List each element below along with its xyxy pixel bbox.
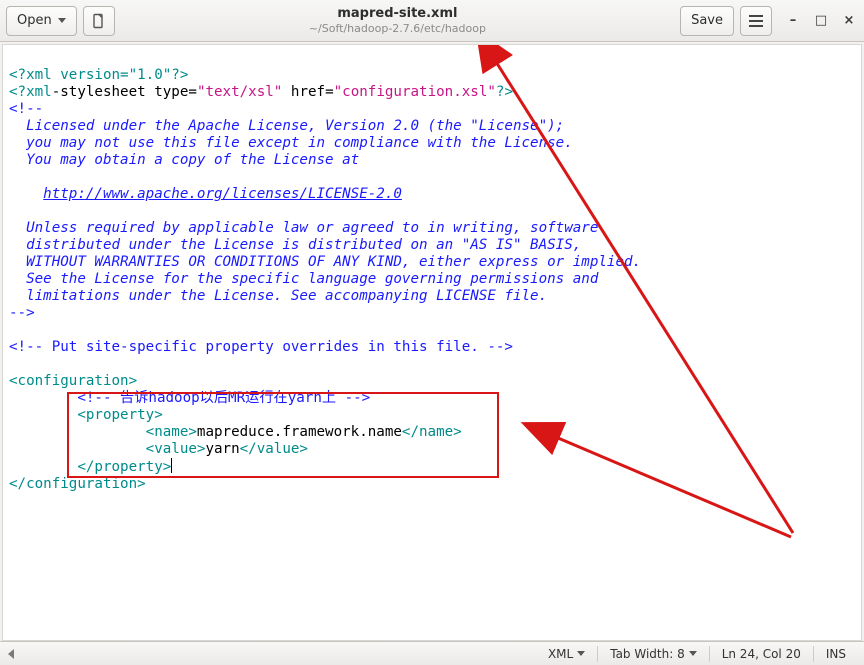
- code-line: <!--: [9, 101, 43, 117]
- open-button[interactable]: Open: [6, 6, 77, 36]
- chevron-down-icon: [689, 651, 697, 656]
- tab-width-label: Tab Width: 8: [610, 647, 684, 661]
- code-token: <name>: [146, 424, 197, 440]
- save-button[interactable]: Save: [680, 6, 734, 36]
- titlebar: Open mapred-site.xml ~/Soft/hadoop-2.7.6…: [0, 0, 864, 42]
- code-token: </value>: [240, 441, 308, 457]
- code-line: <configuration>: [9, 373, 137, 389]
- code-line: You may obtain a copy of the License at: [9, 152, 359, 168]
- code-line: limitations under the License. See accom…: [9, 288, 547, 304]
- filepath-label: ~/Soft/hadoop-2.7.6/etc/hadoop: [121, 22, 674, 35]
- code-token: "text/xsl": [197, 84, 282, 100]
- open-label: Open: [17, 13, 52, 28]
- license-url[interactable]: http://www.apache.org/licenses/LICENSE-2…: [43, 186, 402, 202]
- insert-mode[interactable]: INS: [816, 642, 856, 665]
- tab-width-selector[interactable]: Tab Width: 8: [600, 642, 706, 665]
- code-line: -->: [9, 305, 35, 321]
- code-line: WITHOUT WARRANTIES OR CONDITIONS OF ANY …: [9, 254, 641, 270]
- code-token: <?xml: [9, 84, 52, 100]
- code-line: distributed under the License is distrib…: [9, 237, 581, 253]
- editor-area[interactable]: <?xml version="1.0"?> <?xml-stylesheet t…: [2, 44, 862, 641]
- code-line: </configuration>: [9, 476, 146, 492]
- chevron-down-icon: [577, 651, 585, 656]
- code-token: [9, 390, 77, 406]
- chevron-down-icon: [58, 18, 66, 23]
- code-token: <property>: [77, 407, 162, 423]
- language-selector[interactable]: XML: [538, 642, 595, 665]
- statusbar: XML Tab Width: 8 Ln 24, Col 20 INS: [0, 641, 864, 665]
- insert-mode-label: INS: [826, 647, 846, 661]
- code-token: mapreduce.framework.name: [197, 424, 402, 440]
- code-editor[interactable]: <?xml version="1.0"?> <?xml-stylesheet t…: [3, 45, 861, 498]
- code-token: -stylesheet type=: [52, 84, 197, 100]
- code-token: [9, 441, 146, 457]
- code-token: <value>: [146, 441, 206, 457]
- save-label: Save: [691, 13, 723, 28]
- code-token: </property>: [77, 459, 172, 475]
- code-line: <?xml version="1.0"?>: [9, 67, 188, 83]
- code-token: "configuration.xsl": [334, 84, 496, 100]
- code-token: [9, 186, 43, 202]
- code-line: See the License for the specific languag…: [9, 271, 598, 287]
- code-line: you may not use this file except in comp…: [9, 135, 573, 151]
- code-token: [9, 424, 146, 440]
- window-controls: – □ ×: [784, 13, 858, 28]
- code-token: ?>: [496, 84, 513, 100]
- maximize-button[interactable]: □: [812, 13, 830, 28]
- cursor-position[interactable]: Ln 24, Col 20: [712, 642, 811, 665]
- code-token: [9, 459, 77, 475]
- code-token: <!-- 告诉hadoop以后MR运行在yarn上 -->: [77, 390, 370, 406]
- code-line: Licensed under the Apache License, Versi…: [9, 118, 564, 134]
- code-token: href=: [282, 84, 333, 100]
- code-line: <!-- Put site-specific property override…: [9, 339, 513, 355]
- document-icon: [91, 13, 107, 29]
- window-title: mapred-site.xml ~/Soft/hadoop-2.7.6/etc/…: [121, 6, 674, 35]
- language-label: XML: [548, 647, 573, 661]
- new-document-button[interactable]: [83, 6, 115, 36]
- code-token: yarn: [205, 441, 239, 457]
- scroll-left-icon[interactable]: [8, 649, 14, 659]
- hamburger-icon: [749, 15, 763, 27]
- minimize-button[interactable]: –: [784, 13, 802, 28]
- cursor-pos-label: Ln 24, Col 20: [722, 647, 801, 661]
- code-token: [9, 407, 77, 423]
- close-button[interactable]: ×: [840, 13, 858, 28]
- filename-label: mapred-site.xml: [121, 6, 674, 22]
- code-line: Unless required by applicable law or agr…: [9, 220, 598, 236]
- code-token: </name>: [402, 424, 462, 440]
- menu-button[interactable]: [740, 6, 772, 36]
